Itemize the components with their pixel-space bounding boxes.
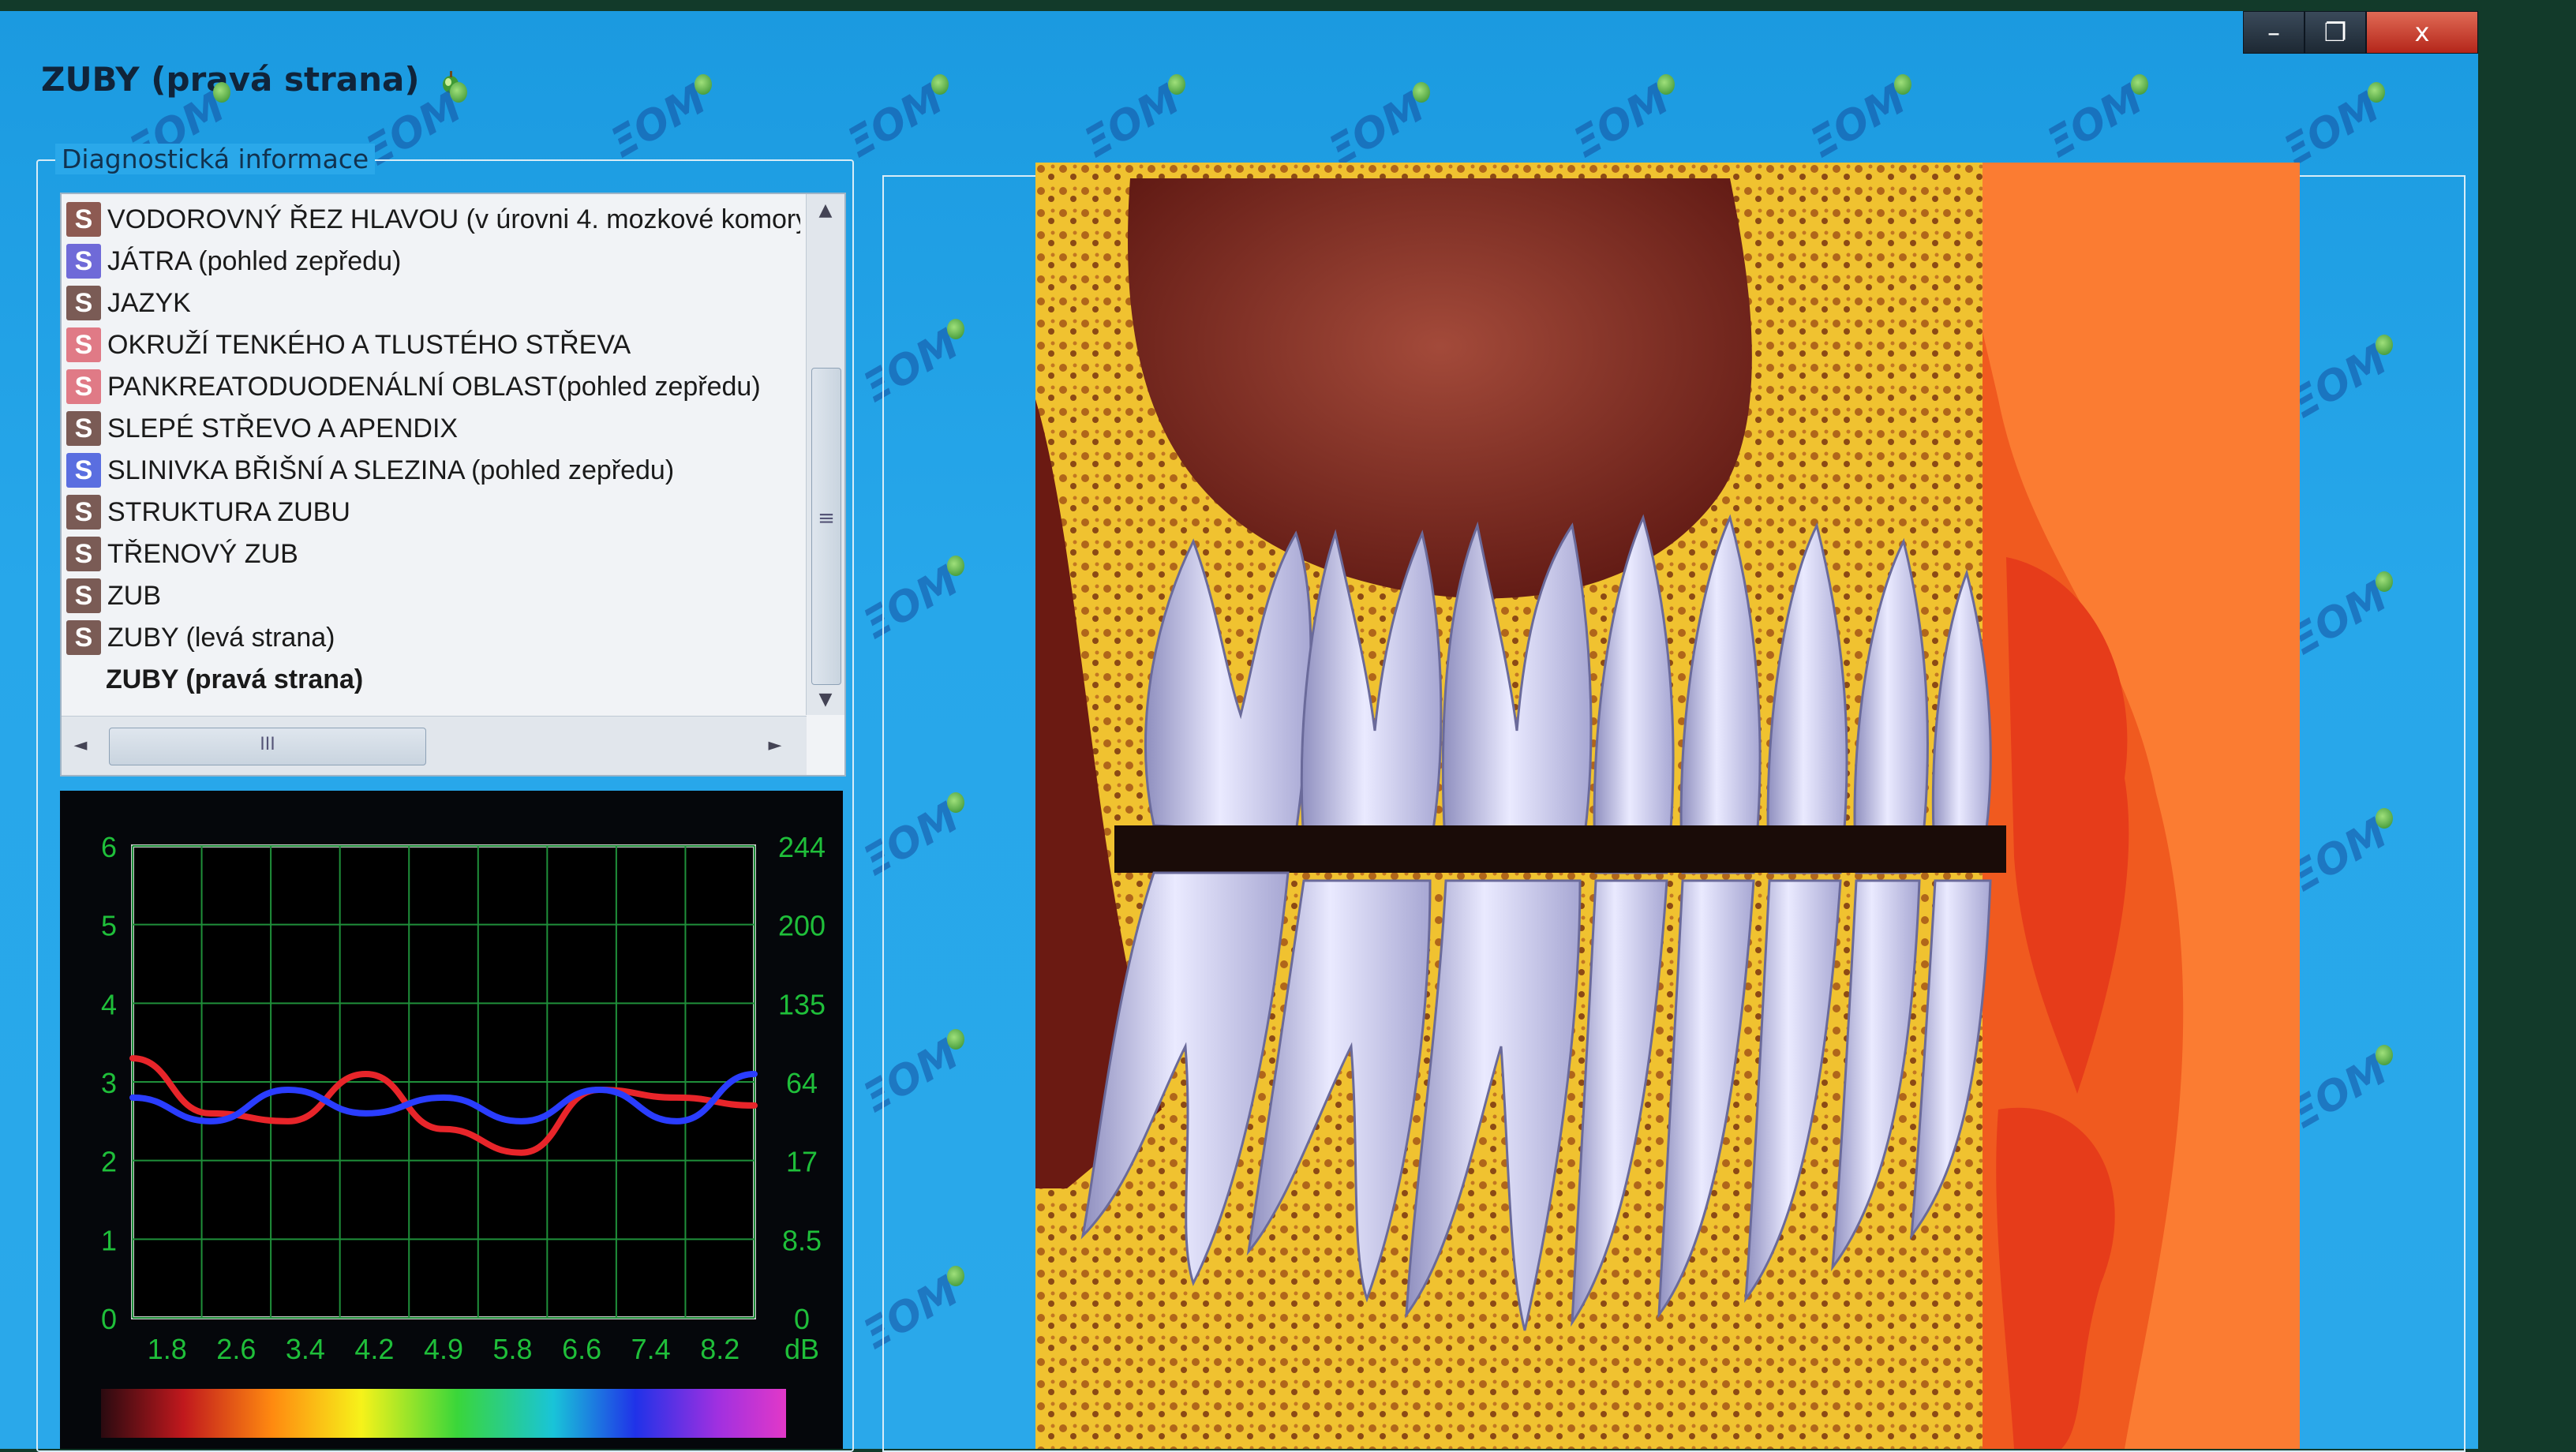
x-tick-label: 2.6: [216, 1333, 256, 1365]
x-tick-label: 6.6: [562, 1333, 601, 1365]
s-icon: S: [66, 286, 101, 320]
frequency-chart-panel: 6 244 5 200 4 135 3 64 2 17 1 8.5 0 0 1.8 2.6 3.4 4.2 4.9 5…: [60, 791, 843, 1449]
x-unit-label: dB: [784, 1333, 819, 1365]
y-tick-label-right: 64: [786, 1067, 818, 1099]
apple-icon: [1894, 74, 1911, 95]
apple-icon: [2131, 74, 2148, 95]
y-tick-label-left: 5: [101, 910, 117, 942]
horizontal-scrollbar[interactable]: ◄ III ►: [62, 716, 807, 775]
x-tick-label: 3.4: [286, 1333, 325, 1365]
s-icon: S: [66, 202, 101, 237]
x-tick-label: 4.2: [354, 1333, 394, 1365]
list-item[interactable]: S TŘENOVÝ ZUB: [66, 533, 800, 574]
apple-icon: [695, 74, 712, 95]
apple-icon: [213, 82, 230, 103]
y-tick-label-right: 200: [778, 910, 826, 942]
list-item-label: ZUBY (pravá strana): [106, 664, 364, 694]
apple-icon: [1413, 82, 1430, 103]
list-item[interactable]: S JÁTRA (pohled zepředu): [66, 241, 800, 282]
scroll-right-arrow-icon[interactable]: ►: [756, 729, 794, 761]
grip-icon: ≡: [818, 507, 835, 530]
grip-icon: III: [260, 735, 275, 754]
frequency-chart: 6 244 5 200 4 135 3 64 2 17 1 8.5 0 0 1.8 2.6 3.4 4.2 4.9 5…: [101, 831, 826, 1438]
diagnostic-group-legend: Diagnostická informace: [55, 144, 376, 174]
list-item[interactable]: S JAZYK: [66, 283, 800, 324]
spectrum-colorbar: [101, 1389, 786, 1438]
s-icon: S: [66, 327, 101, 362]
list-item[interactable]: S VODOROVNÝ ŘEZ HLAVOU (v úrovni 4. mozko…: [66, 199, 800, 240]
list-item-label: STRUKTURA ZUBU: [107, 496, 350, 527]
teeth-anatomy-image: [1035, 163, 2300, 1449]
diagnostic-list[interactable]: S VODOROVNÝ ŘEZ HLAVOU (v úrovni 4. mozko…: [60, 193, 846, 777]
y-tick-label-left: 2: [101, 1146, 117, 1178]
list-item[interactable]: S PANKREATODUODENÁLNÍ OBLAST(pohled zepře…: [66, 366, 800, 407]
x-tick-label: 8.2: [700, 1333, 739, 1365]
apple-icon: [1657, 74, 1675, 95]
x-tick-label: 1.8: [148, 1333, 187, 1365]
restore-button[interactable]: ❐: [2305, 11, 2366, 54]
x-tick-label: 4.9: [424, 1333, 463, 1365]
x-tick-label: 7.4: [631, 1333, 671, 1365]
scroll-down-arrow-icon[interactable]: ▼: [807, 683, 844, 715]
list-item-label: SLEPÉ STŘEVO A APENDIX: [107, 413, 459, 443]
vertical-scrollbar[interactable]: ▲ ≡ ▼: [806, 194, 844, 715]
list-item-label: ZUBY (levá strana): [107, 622, 335, 653]
vertical-scroll-thumb[interactable]: ≡: [811, 368, 841, 685]
y-tick-label-right: 8.5: [782, 1224, 822, 1256]
s-icon: S: [66, 537, 101, 571]
close-button[interactable]: x: [2366, 11, 2478, 54]
list-item-label: JAZYK: [107, 287, 191, 318]
y-tick-label-right: 244: [778, 831, 826, 863]
list-item-label: ZUB: [107, 580, 161, 611]
list-item[interactable]: S ZUBY (levá strana): [66, 617, 800, 658]
y-tick-label-right: 0: [794, 1303, 810, 1335]
s-icon: S: [66, 411, 101, 446]
y-tick-label-left: 1: [101, 1224, 117, 1256]
minimize-button[interactable]: –: [2243, 11, 2305, 54]
y-tick-label-left: 6: [101, 831, 117, 863]
x-tick-label: 5.8: [493, 1333, 533, 1365]
scroll-up-arrow-icon[interactable]: ▲: [807, 194, 844, 226]
apple-icon: [450, 82, 467, 103]
window-controls: – ❐ x: [2243, 11, 2478, 57]
y-tick-label-left: 0: [101, 1303, 117, 1335]
y-tick-label-left: 3: [101, 1067, 117, 1099]
list-item-label: VODOROVNÝ ŘEZ HLAVOU (v úrovni 4. mozkov…: [107, 204, 800, 234]
s-icon: S: [66, 244, 101, 279]
y-tick-label-left: 4: [101, 988, 117, 1020]
apple-icon: [2368, 82, 2385, 103]
s-icon: S: [66, 369, 101, 404]
apple-icon: [931, 74, 949, 95]
scroll-left-arrow-icon[interactable]: ◄: [62, 729, 99, 761]
teeth-illustration: [1035, 163, 2300, 1449]
list-item[interactable]: S OKRUŽÍ TENKÉHO A TLUSTÉHO STŘEVA: [66, 324, 800, 365]
s-icon: S: [66, 495, 101, 530]
list-item[interactable]: S SLEPÉ STŘEVO A APENDIX: [66, 408, 800, 449]
list-item-label: TŘENOVÝ ZUB: [107, 538, 298, 569]
y-tick-label-right: 17: [786, 1146, 818, 1178]
window-title: ZUBY (pravá strana): [41, 60, 459, 99]
list-item-label: SLINIVKA BŘIŠNÍ A SLEZINA (pohled zepřed…: [107, 455, 675, 485]
y-tick-label-right: 135: [778, 988, 826, 1020]
s-icon: S: [66, 620, 101, 655]
s-icon: S: [66, 453, 101, 488]
horizontal-scroll-thumb[interactable]: III: [109, 728, 426, 765]
list-item-label: JÁTRA (pohled zepředu): [107, 245, 402, 276]
list-item[interactable]: S STRUKTURA ZUBU: [66, 492, 800, 533]
list-item[interactable]: S SLINIVKA BŘIŠNÍ A SLEZINA (pohled zepře…: [66, 450, 800, 491]
list-item[interactable]: S ZUB: [66, 575, 800, 616]
list-item-label: OKRUŽÍ TENKÉHO A TLUSTÉHO STŘEVA: [107, 329, 631, 360]
s-icon: S: [66, 578, 101, 613]
apple-icon: [1168, 74, 1185, 95]
list-item[interactable]: ZUBY (pravá strana): [66, 659, 840, 700]
list-item-label: PANKREATODUODENÁLNÍ OBLAST(pohled zepřed…: [107, 371, 761, 402]
